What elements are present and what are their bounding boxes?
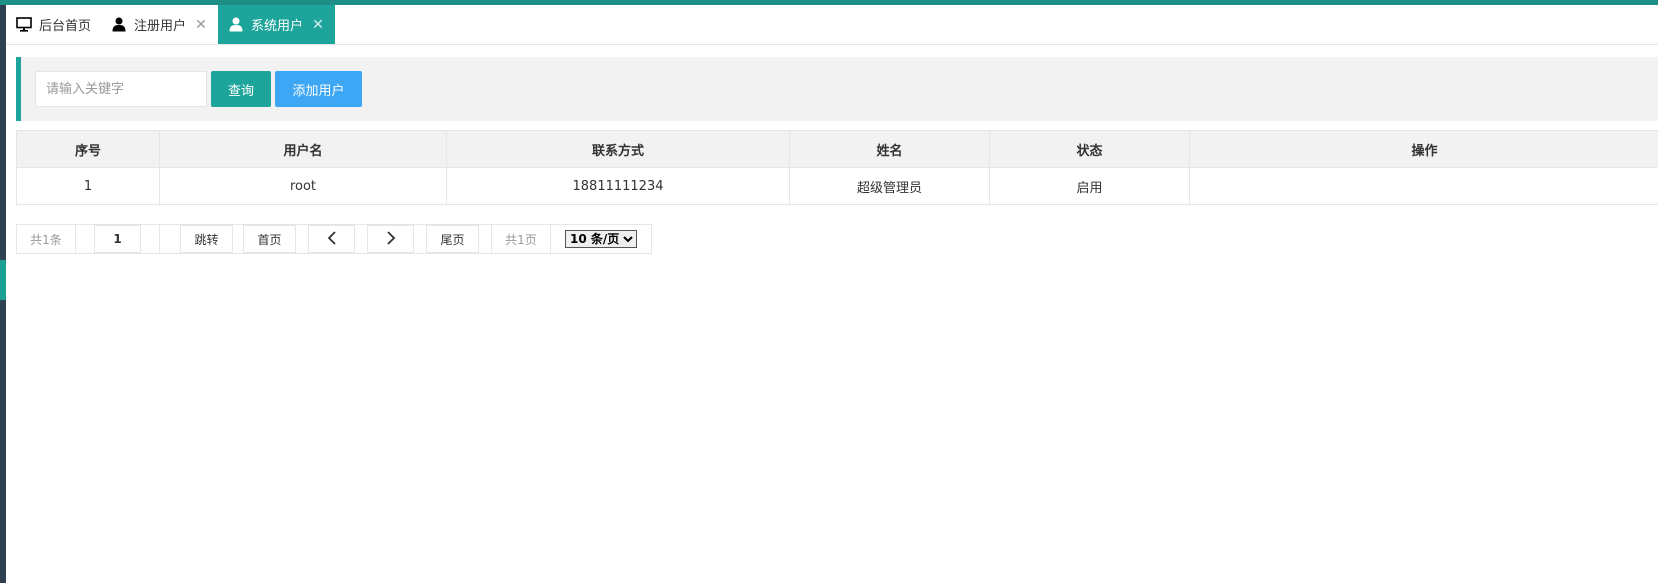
user-icon	[228, 17, 244, 33]
column-header-status: 状态	[989, 130, 1190, 168]
pager-divider	[75, 225, 76, 253]
close-icon[interactable]: ✕	[311, 17, 325, 33]
main-page: 后台首页 注册用户 ✕ 系统用户 ✕ 请输入关键字 查询 添加用户 序号 用户名…	[6, 5, 1658, 583]
pager-jump-button[interactable]: 跳转	[180, 225, 233, 253]
close-icon[interactable]: ✕	[194, 17, 208, 33]
chevron-right-icon	[385, 230, 397, 248]
monitor-icon	[16, 17, 32, 33]
tab-bar: 后台首页 注册用户 ✕ 系统用户 ✕	[6, 5, 1658, 45]
pager-prev-button[interactable]	[308, 225, 355, 253]
cell-actions[interactable]	[1189, 167, 1658, 205]
cell-status: 启用	[989, 167, 1190, 205]
table-row: 1 root 18811111234 超级管理员 启用	[16, 167, 1658, 205]
column-header-actions: 操作	[1189, 130, 1658, 168]
cell-username: root	[159, 167, 447, 205]
pager-next-button[interactable]	[367, 225, 414, 253]
chevron-left-icon	[326, 230, 338, 248]
search-input[interactable]	[35, 71, 207, 107]
tab-home[interactable]: 后台首页	[6, 5, 101, 44]
tab-registered-users[interactable]: 注册用户 ✕	[101, 5, 218, 44]
table-header-row: 序号 用户名 联系方式 姓名 状态 操作	[16, 130, 1658, 168]
column-header-index: 序号	[16, 130, 160, 168]
pager-total-pages: 共1页	[505, 232, 537, 247]
add-user-button[interactable]: 添加用户	[275, 71, 362, 107]
pager-last-button[interactable]: 尾页	[426, 225, 479, 253]
users-table: 序号 用户名 联系方式 姓名 状态 操作 1 root 18811111234 …	[16, 130, 1658, 205]
column-header-contact: 联系方式	[446, 130, 790, 168]
cell-contact: 18811111234	[446, 167, 790, 205]
column-header-name: 姓名	[789, 130, 990, 168]
cell-name: 超级管理员	[789, 167, 990, 205]
tab-home-label: 后台首页	[39, 19, 92, 34]
tab-system-users[interactable]: 系统用户 ✕	[218, 5, 336, 44]
cell-index: 1	[16, 167, 160, 205]
user-icon	[111, 17, 127, 33]
app-frame: 后台首页 注册用户 ✕ 系统用户 ✕ 请输入关键字 查询 添加用户 序号 用户名…	[0, 0, 1658, 583]
pager-first-button[interactable]: 首页	[243, 225, 296, 253]
pager-divider	[159, 225, 160, 253]
search-toolbar: 查询 添加用户	[16, 57, 1658, 121]
query-button[interactable]: 查询	[211, 71, 271, 107]
pagination: 共1条 1 跳转 首页 尾页 共1页 10 条/页	[16, 224, 652, 254]
pager-divider	[550, 225, 551, 253]
tab-system-users-label: 系统用户	[251, 19, 304, 34]
column-header-username: 用户名	[159, 130, 447, 168]
tab-registered-users-label: 注册用户	[134, 19, 187, 34]
pager-page-input[interactable]: 1	[94, 225, 141, 253]
pager-total-count: 共1条	[30, 232, 62, 247]
page-size-select[interactable]: 10 条/页	[565, 230, 637, 248]
page-size-select-wrapper: 10 条/页	[565, 225, 637, 253]
